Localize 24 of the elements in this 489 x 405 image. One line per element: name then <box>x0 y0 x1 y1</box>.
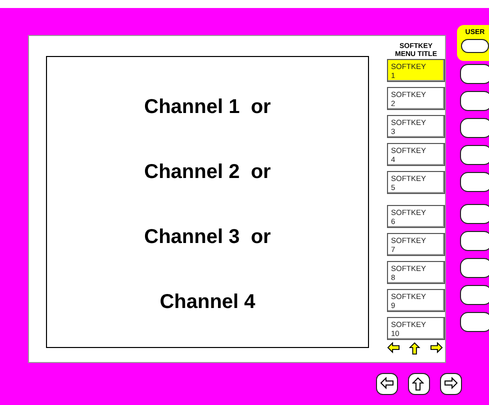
channel-label: Channel 4 <box>160 290 256 314</box>
hardkey-button[interactable] <box>460 145 489 165</box>
hardkey-button[interactable] <box>460 204 489 224</box>
left-arrow-icon <box>380 377 394 391</box>
left-arrow-icon[interactable] <box>387 342 400 355</box>
hardkey-button[interactable] <box>460 91 489 111</box>
up-arrow-button[interactable] <box>408 373 430 395</box>
hardkey-button[interactable] <box>460 312 489 332</box>
hardkey-button[interactable] <box>460 285 489 305</box>
channel-label: Channel 3 or <box>144 225 271 249</box>
up-arrow-icon <box>412 377 426 391</box>
hardkey-button[interactable] <box>460 172 489 192</box>
right-arrow-button[interactable] <box>440 373 462 395</box>
hardkey-button[interactable] <box>460 258 489 278</box>
left-arrow-button[interactable] <box>376 373 398 395</box>
right-arrow-icon[interactable] <box>430 342 443 355</box>
channel-label: Channel 2 or <box>144 160 271 184</box>
channel-label: Channel 1 or <box>144 95 271 119</box>
right-arrow-icon <box>444 377 458 391</box>
hardkey-button[interactable] <box>460 231 489 251</box>
user-key-button[interactable] <box>461 39 489 53</box>
hardkey-button[interactable] <box>460 118 489 138</box>
up-arrow-icon[interactable] <box>408 342 422 355</box>
hardkey-button[interactable] <box>460 64 489 84</box>
